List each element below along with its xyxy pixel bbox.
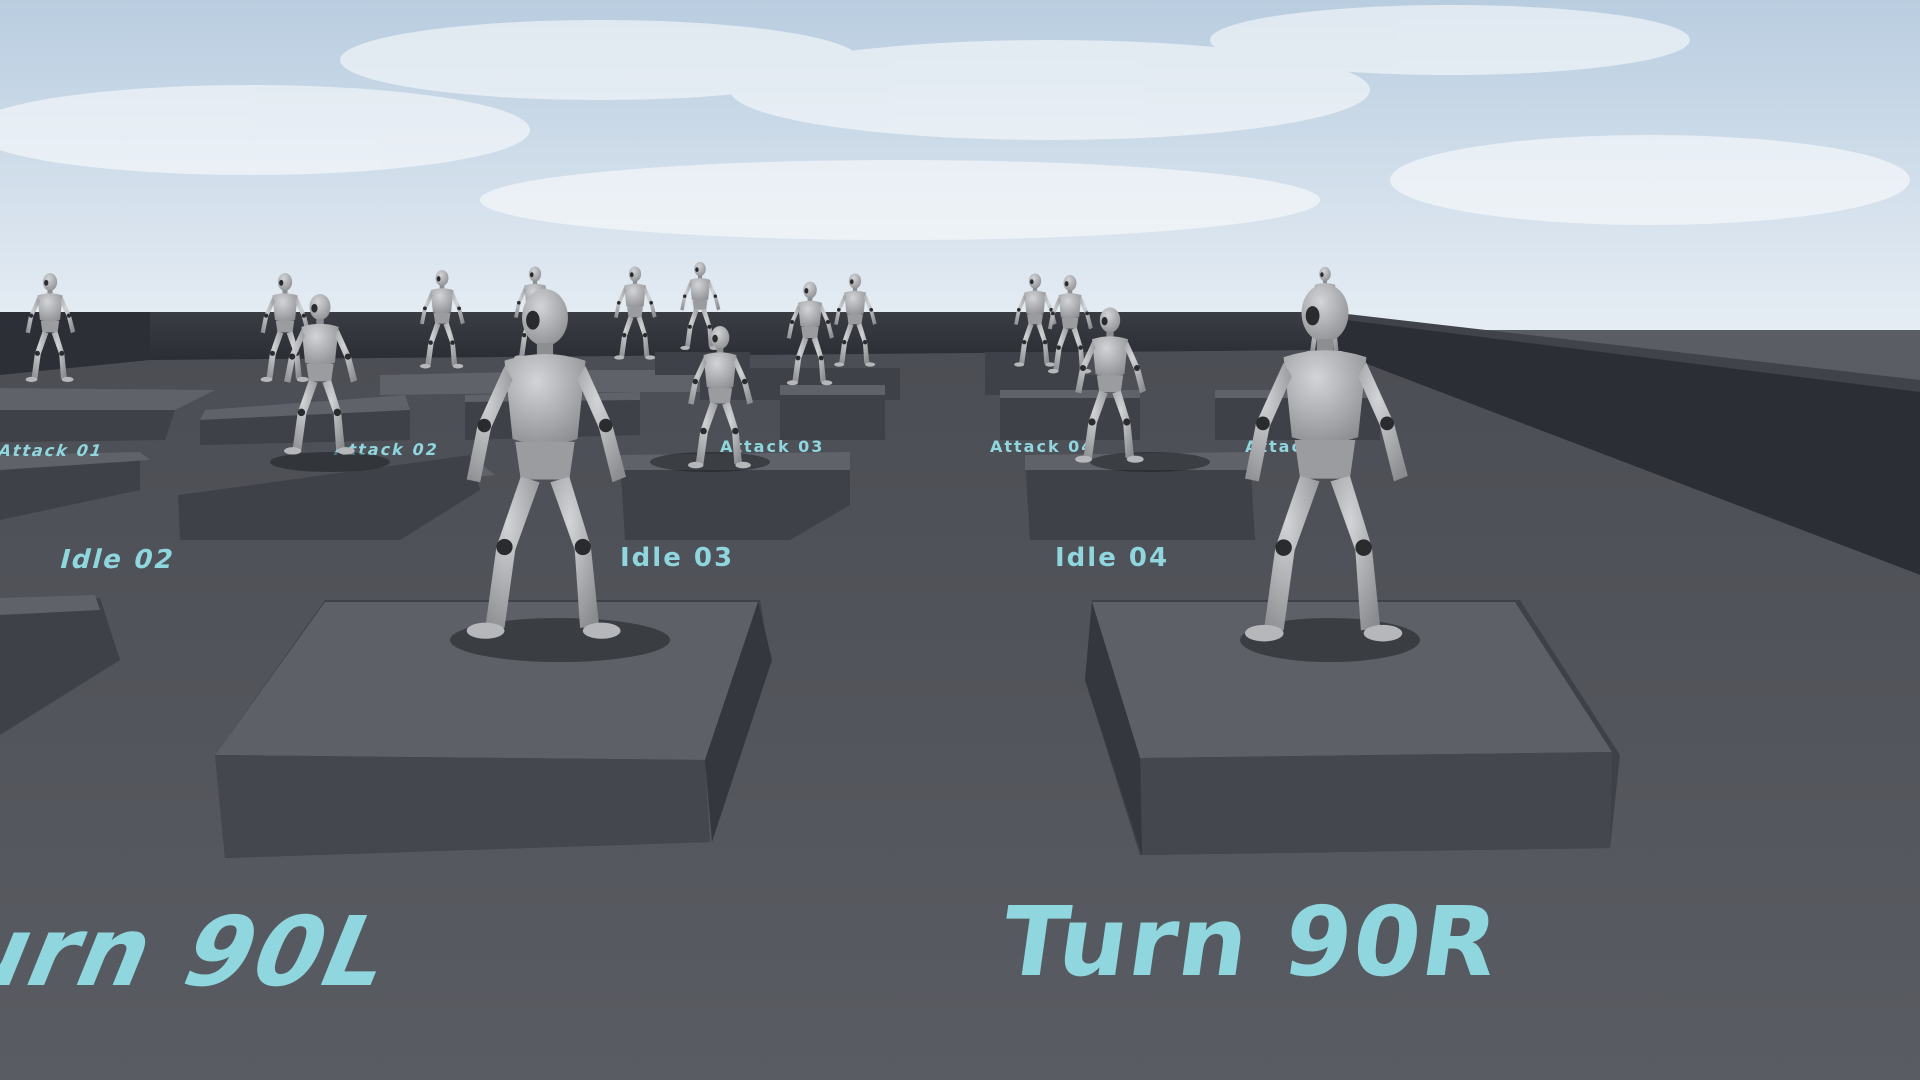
label-idle-03: Idle 03 [620, 543, 734, 573]
label-attack-04: Attack 04 [990, 437, 1094, 456]
label-idle-04: Idle 04 [1055, 543, 1169, 573]
label-turn-90r: Turn 90R [995, 885, 1507, 997]
label-idle-02: Idle 02 [57, 544, 179, 575]
label-turn-90l: Turn 90L [0, 896, 411, 1008]
game-viewport[interactable]: Attack 01 Attack 02 Attack 03 Attack 04 … [0, 0, 1920, 1080]
label-attack-01: Attack 01 [0, 441, 106, 460]
scene-render: Attack 01 Attack 02 Attack 03 Attack 04 … [0, 0, 1920, 1080]
